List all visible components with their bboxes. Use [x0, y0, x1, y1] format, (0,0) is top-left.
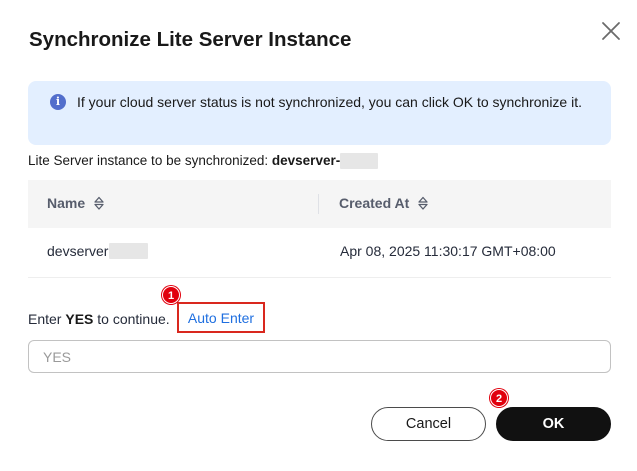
column-header-created-at[interactable]: Created At [339, 195, 429, 211]
auto-enter-link[interactable]: Auto Enter [177, 302, 265, 333]
dialog-title: Synchronize Lite Server Instance [29, 28, 352, 51]
redacted-block [109, 243, 149, 259]
cell-created-at: Apr 08, 2025 11:30:17 GMT+08:00 [340, 243, 556, 259]
instance-summary: Lite Server instance to be synchronized:… [28, 153, 379, 170]
ok-button[interactable]: OK [496, 407, 611, 441]
cancel-button[interactable]: Cancel [371, 407, 486, 441]
redacted-block [340, 153, 379, 170]
cell-name: devserver [47, 243, 149, 259]
sort-icon [94, 196, 104, 210]
close-button[interactable] [599, 19, 623, 43]
table-row: devserver Apr 08, 2025 11:30:17 GMT+08:0… [28, 228, 611, 278]
sort-icon [418, 196, 428, 210]
step-marker-2: 2 [490, 389, 508, 407]
step-marker-1: 1 [162, 286, 180, 304]
confirm-instruction: Enter YES to continue. [28, 311, 170, 327]
column-divider [318, 194, 319, 214]
instance-label: Lite Server instance to be synchronized: [28, 153, 269, 168]
table-header: Name Created At [28, 180, 611, 228]
close-icon [602, 22, 620, 40]
info-text: If your cloud server status is not synch… [77, 94, 582, 110]
info-banner: i If your cloud server status is not syn… [28, 81, 611, 145]
column-header-name[interactable]: Name [47, 195, 105, 211]
confirm-input[interactable] [28, 340, 611, 373]
instance-name: devserver- [271, 153, 341, 168]
info-icon: i [50, 94, 66, 110]
